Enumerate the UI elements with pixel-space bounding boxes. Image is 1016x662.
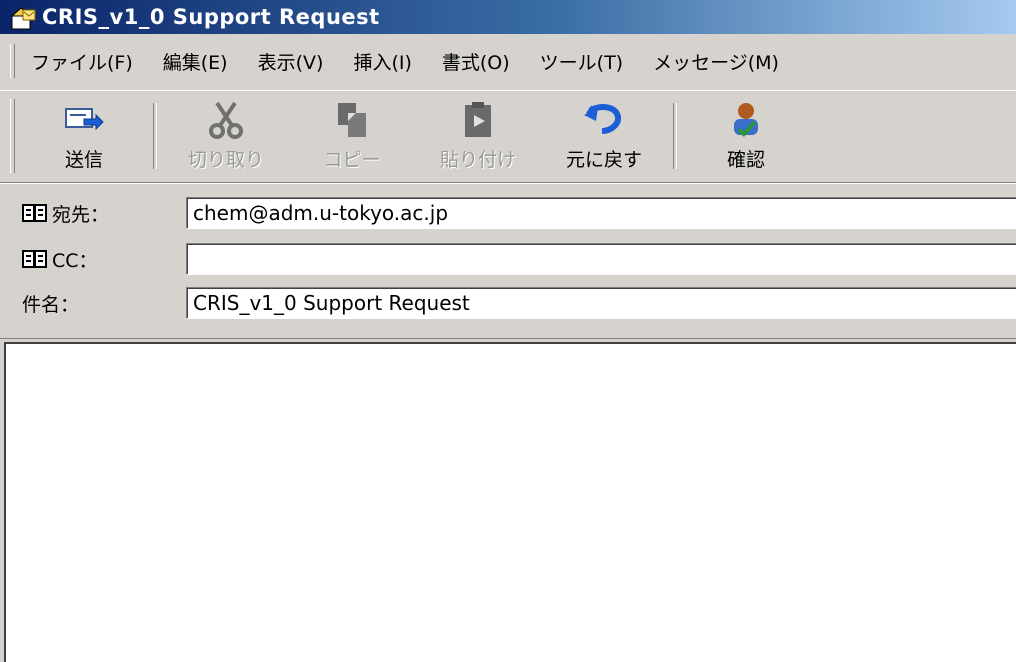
cc-field[interactable] <box>186 243 1016 275</box>
copy-icon <box>332 101 372 139</box>
message-body[interactable] <box>4 342 1016 662</box>
compose-mail-icon <box>10 4 36 30</box>
cc-label-group[interactable]: CC： <box>0 246 186 273</box>
toolbar-grip[interactable] <box>10 99 15 173</box>
header-divider <box>0 338 1016 339</box>
send-label: 送信 <box>64 148 103 171</box>
menubar-grip[interactable] <box>10 44 15 78</box>
undo-icon <box>584 101 624 139</box>
message-header: 宛先： CC： 件名： <box>0 186 1016 336</box>
menu-tools[interactable]: ツール(T) <box>534 46 629 77</box>
subject-field[interactable] <box>186 287 1016 319</box>
undo-button[interactable]: 元に戻す <box>541 91 667 181</box>
cut-label: 切り取り <box>187 148 264 171</box>
menu-file[interactable]: ファイル(F) <box>25 46 139 77</box>
menu-view[interactable]: 表示(V) <box>252 46 330 77</box>
address-book-icon[interactable] <box>22 249 48 269</box>
scissors-icon <box>206 101 246 139</box>
check-names-icon <box>726 101 766 139</box>
subject-label: 件名： <box>22 293 80 316</box>
to-label: 宛先： <box>52 203 110 226</box>
to-label-group[interactable]: 宛先： <box>0 200 186 227</box>
send-button[interactable]: 送信 <box>21 91 147 181</box>
subject-label-group: 件名： <box>0 290 186 317</box>
menu-format[interactable]: 書式(O) <box>436 46 516 77</box>
cc-row: CC： <box>0 242 1016 276</box>
paste-icon <box>458 101 498 139</box>
paste-button[interactable]: 貼り付け <box>415 91 541 181</box>
menu-bar: ファイル(F) 編集(E) 表示(V) 挿入(I) 書式(O) ツール(T) メ… <box>0 36 1016 86</box>
check-names-label: 確認 <box>726 148 765 171</box>
toolbar: 送信 切り取り コピー 貼り付け 元に戻す 確認 <box>0 90 1016 181</box>
menu-edit[interactable]: 編集(E) <box>157 46 234 77</box>
undo-label: 元に戻す <box>565 148 642 171</box>
copy-button[interactable]: コピー <box>289 91 415 181</box>
check-names-button[interactable]: 確認 <box>683 91 809 181</box>
cut-button[interactable]: 切り取り <box>163 91 289 181</box>
copy-label: コピー <box>323 148 381 171</box>
menu-message[interactable]: メッセージ(M) <box>647 46 785 77</box>
address-book-icon[interactable] <box>22 203 48 223</box>
menu-insert[interactable]: 挿入(I) <box>347 46 417 77</box>
paste-label: 貼り付け <box>439 148 516 171</box>
window-title: CRIS_v1_0 Support Request <box>42 5 380 29</box>
cc-label: CC： <box>52 249 98 272</box>
to-row: 宛先： <box>0 196 1016 230</box>
send-icon <box>64 101 104 139</box>
to-field[interactable] <box>186 197 1016 229</box>
toolbar-divider <box>0 182 1016 184</box>
toolbar-separator <box>673 103 677 169</box>
subject-row: 件名： <box>0 286 1016 320</box>
toolbar-separator <box>153 103 157 169</box>
title-bar[interactable]: CRIS_v1_0 Support Request <box>0 0 1016 34</box>
